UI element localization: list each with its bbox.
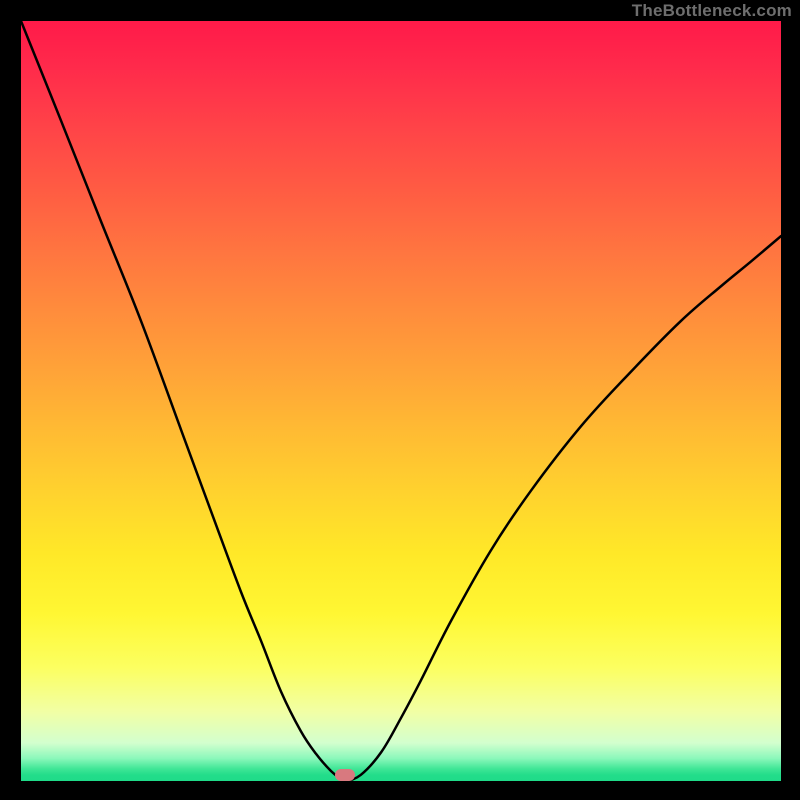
curve-path — [21, 21, 781, 781]
plot-area — [21, 21, 781, 781]
optimal-point-marker — [335, 769, 355, 781]
watermark-text: TheBottleneck.com — [632, 1, 792, 21]
bottleneck-curve — [21, 21, 781, 781]
chart-frame: TheBottleneck.com — [0, 0, 800, 800]
